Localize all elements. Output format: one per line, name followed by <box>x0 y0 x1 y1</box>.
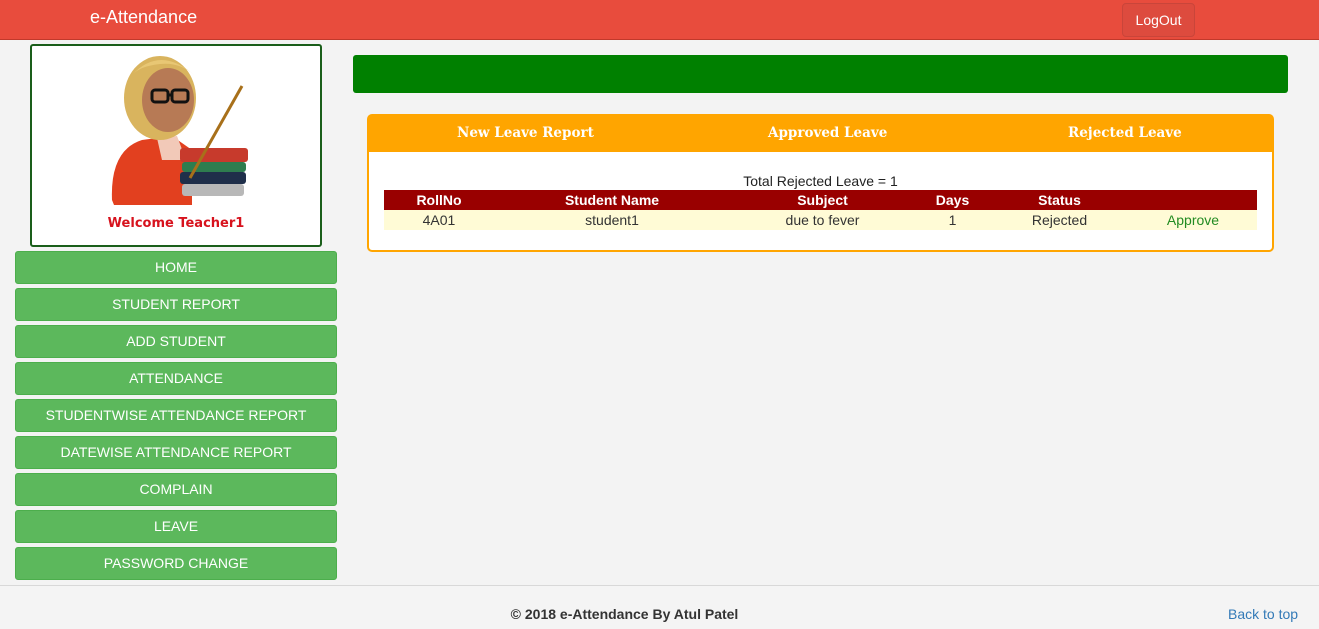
brand-title[interactable]: e-Attendance <box>90 7 197 28</box>
teacher-avatar-icon <box>111 56 248 205</box>
menu-password-change-button[interactable]: PASSWORD CHANGE <box>15 547 337 580</box>
leave-panel: New Leave Report Approved Leave Rejected… <box>367 114 1274 252</box>
col-status: Status <box>990 190 1129 210</box>
cell-subject: due to fever <box>730 210 915 230</box>
menu-leave-button[interactable]: LEAVE <box>15 510 337 543</box>
footer: © 2018 e-Attendance By Atul Patel Back t… <box>0 585 1319 629</box>
welcome-text: Welcome Teacher1 <box>107 216 245 231</box>
col-student-name: Student Name <box>494 190 730 210</box>
menu-home-button[interactable]: HOME <box>15 251 337 284</box>
col-rollno: RollNo <box>384 190 494 210</box>
table-row: 4A01 student1 due to fever 1 Rejected Ap… <box>384 210 1257 230</box>
logout-button[interactable]: LogOut <box>1122 3 1195 37</box>
col-subject: Subject <box>730 190 915 210</box>
col-action <box>1129 190 1257 210</box>
top-navbar: e-Attendance LogOut <box>0 0 1319 40</box>
leave-tabs: New Leave Report Approved Leave Rejected… <box>369 116 1272 152</box>
approve-link[interactable]: Approve <box>1129 210 1257 230</box>
profile-card: Welcome Teacher1 <box>30 44 322 247</box>
cell-status: Rejected <box>990 210 1129 230</box>
cell-rollno: 4A01 <box>384 210 494 230</box>
table-header-row: RollNo Student Name Subject Days Status <box>384 190 1257 210</box>
menu-studentwise-report-button[interactable]: STUDENTWISE ATTENDANCE REPORT <box>15 399 337 432</box>
copyright-text: © 2018 e-Attendance By Atul Patel <box>510 606 739 622</box>
cell-student-name: student1 <box>494 210 730 230</box>
menu-attendance-button[interactable]: ATTENDANCE <box>15 362 337 395</box>
col-days: Days <box>915 190 990 210</box>
tab-rejected-leave[interactable]: Rejected Leave <box>1068 125 1182 141</box>
total-rejected-leave: Total Rejected Leave = 1 <box>743 173 898 189</box>
tab-approved-leave[interactable]: Approved Leave <box>768 125 887 141</box>
tab-new-leave-report[interactable]: New Leave Report <box>457 125 594 141</box>
menu-student-report-button[interactable]: STUDENT REPORT <box>15 288 337 321</box>
back-to-top-link[interactable]: Back to top <box>1228 606 1298 622</box>
leave-table: RollNo Student Name Subject Days Status … <box>384 190 1257 230</box>
menu-datewise-report-button[interactable]: DATEWISE ATTENDANCE REPORT <box>15 436 337 469</box>
cell-days: 1 <box>915 210 990 230</box>
page-header-bar <box>353 55 1288 93</box>
menu-complain-button[interactable]: COMPLAIN <box>15 473 337 506</box>
menu-add-student-button[interactable]: ADD STUDENT <box>15 325 337 358</box>
